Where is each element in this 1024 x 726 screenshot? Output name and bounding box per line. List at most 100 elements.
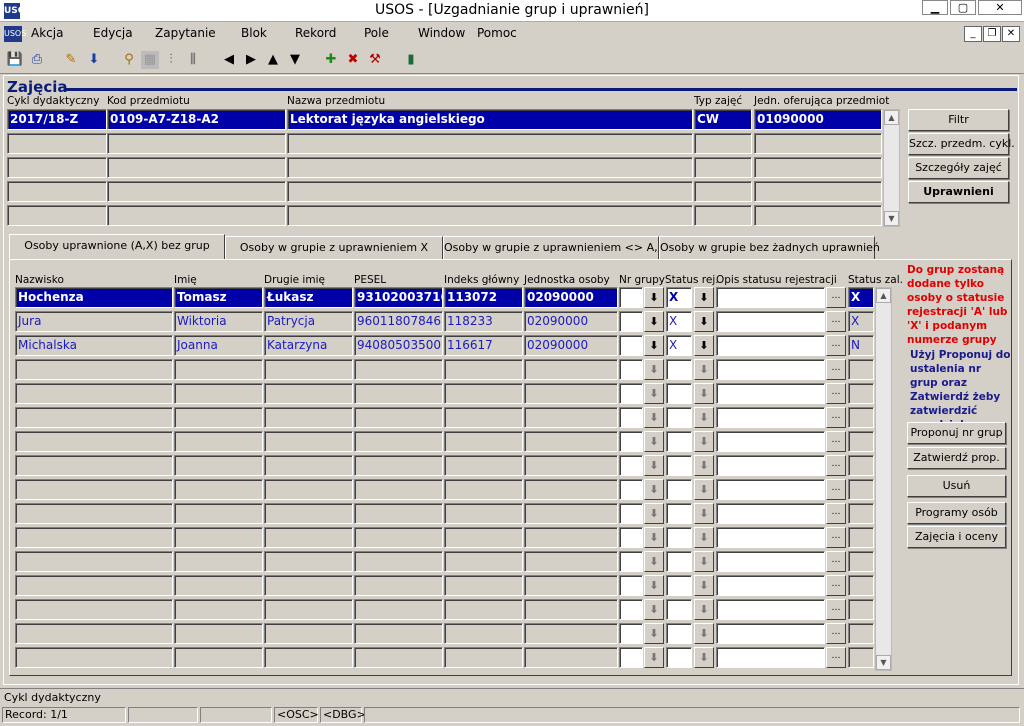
person-cell-indeks[interactable] (444, 647, 523, 668)
opis-ellipsis-button[interactable]: … (826, 311, 846, 332)
person-cell-imie[interactable] (174, 383, 263, 404)
zatwierdz-prop-button[interactable]: Zatwierdź prop. (907, 447, 1006, 469)
person-cell-drugie[interactable] (264, 647, 353, 668)
opis-statusu-input[interactable] (716, 359, 825, 380)
mdi-minimize-button[interactable]: _ (964, 26, 982, 42)
class-cell[interactable] (107, 205, 286, 226)
person-cell-indeks[interactable] (444, 479, 523, 500)
classes-scrollbar[interactable]: ▲ ▼ (883, 109, 900, 227)
person-cell-indeks[interactable]: 118233 (444, 311, 523, 332)
person-cell-imie[interactable] (174, 599, 263, 620)
person-cell-jednostka[interactable] (524, 623, 618, 644)
opis-statusu-input[interactable] (716, 575, 825, 596)
person-cell-drugie[interactable] (264, 599, 353, 620)
tab-grupa-uprawnienie-inne[interactable]: Osoby w grupie z uprawnieniem <> A, X (443, 236, 669, 260)
save-icon[interactable]: 💾 (6, 51, 24, 69)
print-icon[interactable]: ⎙ (28, 51, 46, 69)
person-cell-indeks[interactable]: 113072 (444, 287, 523, 308)
person-cell-imie[interactable] (174, 359, 263, 380)
opis-ellipsis-button[interactable]: … (826, 479, 846, 500)
opis-statusu-input[interactable] (716, 311, 825, 332)
szcz-przedm-cykl-button[interactable]: Szcz. przedm. cykl. (908, 133, 1015, 155)
nr-grupy-lov-icon[interactable]: ⬇ (644, 647, 664, 668)
class-cell[interactable]: 01090000 (754, 109, 882, 130)
person-cell-pesel[interactable] (354, 479, 443, 500)
person-cell-pesel[interactable] (354, 575, 443, 596)
class-cell[interactable] (287, 181, 693, 202)
nr-grupy-input[interactable] (619, 431, 643, 452)
person-cell-drugie[interactable] (264, 455, 353, 476)
status-rej-input[interactable] (666, 479, 692, 500)
status-rej-lov-icon[interactable]: ⬇ (694, 335, 714, 356)
class-cell[interactable]: 0109-A7-Z18-A2 (107, 109, 286, 130)
person-cell-pesel[interactable] (354, 359, 443, 380)
query-icon[interactable]: ⚲ (120, 51, 138, 69)
person-cell-pesel[interactable] (354, 383, 443, 404)
opis-statusu-input[interactable] (716, 407, 825, 428)
person-cell-nazwisko[interactable] (15, 431, 173, 452)
class-cell[interactable]: 2017/18-Z (7, 109, 107, 130)
status-zal-field[interactable] (848, 623, 874, 644)
class-cell[interactable] (107, 133, 286, 154)
scroll-up-icon[interactable]: ▲ (884, 110, 899, 125)
person-cell-imie[interactable] (174, 647, 263, 668)
nr-grupy-lov-icon[interactable]: ⬇ (644, 407, 664, 428)
person-cell-drugie[interactable] (264, 527, 353, 548)
person-cell-nazwisko[interactable] (15, 407, 173, 428)
opis-ellipsis-button[interactable]: … (826, 335, 846, 356)
class-cell[interactable] (754, 205, 882, 226)
person-cell-jednostka[interactable] (524, 551, 618, 572)
nr-grupy-lov-icon[interactable]: ⬇ (644, 479, 664, 500)
nr-grupy-lov-icon[interactable]: ⬇ (644, 287, 664, 308)
person-cell-indeks[interactable] (444, 383, 523, 404)
status-rej-lov-icon[interactable]: ⬇ (694, 311, 714, 332)
person-cell-pesel[interactable]: 93102003716 (354, 287, 443, 308)
class-cell[interactable]: Lektorat języka angielskiego (287, 109, 693, 130)
status-rej-input[interactable] (666, 455, 692, 476)
nr-grupy-lov-icon[interactable]: ⬇ (644, 551, 664, 572)
person-cell-jednostka[interactable]: 02090000 (524, 311, 618, 332)
menu-app-icon[interactable]: USOS (4, 26, 26, 42)
status-zal-field[interactable] (848, 431, 874, 452)
opis-statusu-input[interactable] (716, 287, 825, 308)
filtr-button[interactable]: Filtr (908, 109, 1009, 131)
person-cell-nazwisko[interactable] (15, 575, 173, 596)
person-cell-nazwisko[interactable] (15, 479, 173, 500)
nr-grupy-input[interactable] (619, 359, 643, 380)
menu-blok[interactable]: Blok (241, 26, 267, 40)
status-zal-field[interactable] (848, 527, 874, 548)
person-cell-indeks[interactable] (444, 407, 523, 428)
person-cell-pesel[interactable] (354, 647, 443, 668)
person-cell-nazwisko[interactable]: Michalska (15, 335, 173, 356)
menu-window[interactable]: Window (418, 26, 465, 40)
tab-grupa-bez-uprawnien[interactable]: Osoby w grupie bez żadnych uprawnień (659, 236, 880, 260)
scroll-down-icon[interactable]: ▼ (876, 655, 891, 670)
opis-ellipsis-button[interactable]: … (826, 599, 846, 620)
status-rej-input[interactable]: X (666, 335, 692, 356)
opis-ellipsis-button[interactable]: … (826, 431, 846, 452)
nr-grupy-input[interactable] (619, 383, 643, 404)
person-cell-jednostka[interactable] (524, 503, 618, 524)
opis-ellipsis-button[interactable]: … (826, 623, 846, 644)
person-cell-drugie[interactable] (264, 551, 353, 572)
person-cell-indeks[interactable] (444, 359, 523, 380)
opis-statusu-input[interactable] (716, 527, 825, 548)
person-cell-pesel[interactable] (354, 431, 443, 452)
status-rej-input[interactable]: X (666, 287, 692, 308)
nr-grupy-input[interactable] (619, 599, 643, 620)
nr-grupy-input[interactable] (619, 335, 643, 356)
class-cell[interactable] (287, 133, 693, 154)
nr-grupy-lov-icon[interactable]: ⬇ (644, 431, 664, 452)
person-cell-nazwisko[interactable]: Hochenza (15, 287, 173, 308)
nr-grupy-input[interactable] (619, 479, 643, 500)
person-cell-drugie[interactable] (264, 575, 353, 596)
maximize-button[interactable]: ▢ (950, 0, 976, 15)
status-zal-field[interactable]: X (848, 287, 874, 308)
menu-zapytanie[interactable]: Zapytanie (155, 26, 216, 40)
person-cell-indeks[interactable] (444, 455, 523, 476)
menu-pole[interactable]: Pole (364, 26, 389, 40)
person-cell-drugie[interactable] (264, 623, 353, 644)
class-cell[interactable] (7, 157, 107, 178)
status-zal-field[interactable] (848, 455, 874, 476)
person-cell-imie[interactable] (174, 431, 263, 452)
